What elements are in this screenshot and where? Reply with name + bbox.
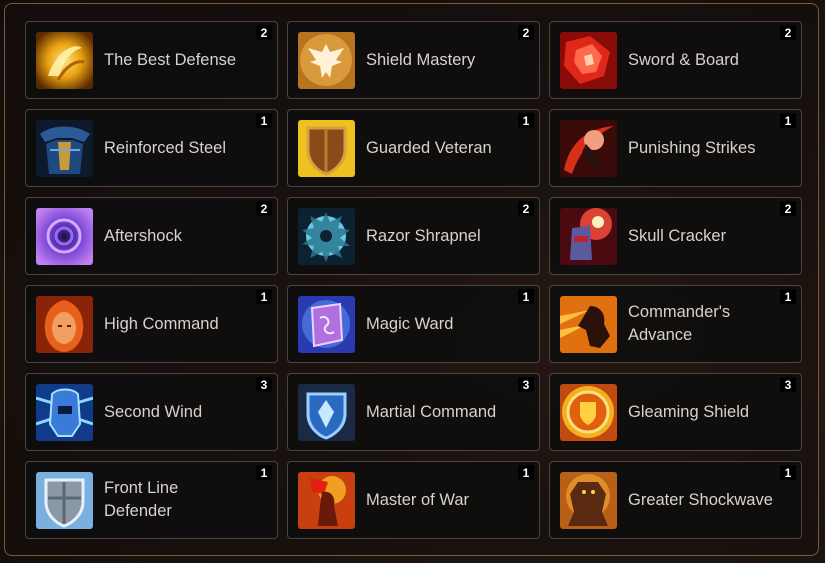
red-shard-icon — [560, 32, 617, 89]
talent-name: Shield Mastery — [366, 50, 476, 69]
talent-name: Aftershock — [104, 226, 182, 245]
talent-card[interactable]: Razor Shrapnel 2 — [287, 197, 540, 275]
rank-badge: 2 — [518, 25, 534, 40]
rank-badge: 1 — [256, 289, 272, 304]
talent-name: Skull Cracker — [628, 226, 727, 245]
rank-badge: 1 — [518, 113, 534, 128]
talent-card[interactable]: Magic Ward 1 — [287, 285, 540, 363]
talent-name: Sword & Board — [628, 50, 739, 69]
rank-badge: 1 — [256, 113, 272, 128]
banner-warrior-icon — [298, 472, 355, 529]
talent-card[interactable]: Guarded Veteran 1 — [287, 109, 540, 187]
talent-grid: The Best Defense 2 Shield Mastery 2 Swor… — [25, 21, 802, 539]
talent-card[interactable]: Sword & Board 2 — [549, 21, 802, 99]
rank-badge: 2 — [256, 201, 272, 216]
rank-badge: 2 — [780, 25, 796, 40]
talent-name: The Best Defense — [104, 50, 237, 69]
talent-card[interactable]: Skull Cracker 2 — [549, 197, 802, 275]
silver-shield-icon — [36, 472, 93, 529]
blue-helmet-icon — [36, 384, 93, 441]
talent-card[interactable]: High Command 1 — [25, 285, 278, 363]
rank-badge: 3 — [780, 377, 796, 392]
talent-name: Master of War — [366, 490, 469, 509]
rank-badge: 1 — [518, 289, 534, 304]
talent-card[interactable]: Punishing Strikes 1 — [549, 109, 802, 187]
talent-card[interactable]: Gleaming Shield 3 — [549, 373, 802, 451]
fiery-face-icon — [36, 296, 93, 353]
blue-crest-shield-icon — [298, 384, 355, 441]
talent-name: Punishing Strikes — [628, 138, 756, 157]
bronze-shield-icon — [298, 120, 355, 177]
rank-badge: 1 — [518, 465, 534, 480]
rank-badge: 1 — [780, 289, 796, 304]
talent-card[interactable]: Greater Shockwave 1 — [549, 461, 802, 539]
talent-name: Second Wind — [104, 402, 203, 421]
magic-scroll-icon — [298, 296, 355, 353]
rank-badge: 2 — [780, 201, 796, 216]
talent-card[interactable]: Shield Mastery 2 — [287, 21, 540, 99]
talent-name: Martial Command — [366, 402, 497, 421]
purple-vortex-icon — [36, 208, 93, 265]
blue-armor-icon — [36, 120, 93, 177]
talent-name: Commander's Advance — [628, 303, 731, 344]
phoenix-crest-icon — [298, 32, 355, 89]
talent-panel: The Best Defense 2 Shield Mastery 2 Swor… — [4, 3, 819, 556]
golem-icon — [560, 472, 617, 529]
talent-name: Front Line Defender — [104, 479, 179, 520]
rank-badge: 1 — [780, 113, 796, 128]
gleaming-shield-icon — [560, 384, 617, 441]
talent-card[interactable]: Martial Command 3 — [287, 373, 540, 451]
rank-badge: 2 — [256, 25, 272, 40]
golden-swirl-icon — [36, 32, 93, 89]
saw-blade-icon — [298, 208, 355, 265]
talent-name: Greater Shockwave — [628, 490, 773, 509]
talent-card[interactable]: Commander's Advance 1 — [549, 285, 802, 363]
red-strike-icon — [560, 120, 617, 177]
talent-name: Reinforced Steel — [104, 138, 226, 157]
rank-badge: 3 — [518, 377, 534, 392]
talent-card[interactable]: The Best Defense 2 — [25, 21, 278, 99]
talent-name: Razor Shrapnel — [366, 226, 481, 245]
rank-badge: 1 — [256, 465, 272, 480]
rank-badge: 3 — [256, 377, 272, 392]
talent-card[interactable]: Master of War 1 — [287, 461, 540, 539]
talent-card[interactable]: Front Line Defender 1 — [25, 461, 278, 539]
talent-card[interactable]: Reinforced Steel 1 — [25, 109, 278, 187]
knight-burst-icon — [560, 208, 617, 265]
talent-name: High Command — [104, 314, 219, 333]
talent-card[interactable]: Second Wind 3 — [25, 373, 278, 451]
rank-badge: 1 — [780, 465, 796, 480]
rank-badge: 2 — [518, 201, 534, 216]
charging-warrior-icon — [560, 296, 617, 353]
talent-name: Gleaming Shield — [628, 402, 750, 421]
talent-name: Magic Ward — [366, 314, 454, 333]
talent-card[interactable]: Aftershock 2 — [25, 197, 278, 275]
talent-name: Guarded Veteran — [366, 138, 492, 157]
